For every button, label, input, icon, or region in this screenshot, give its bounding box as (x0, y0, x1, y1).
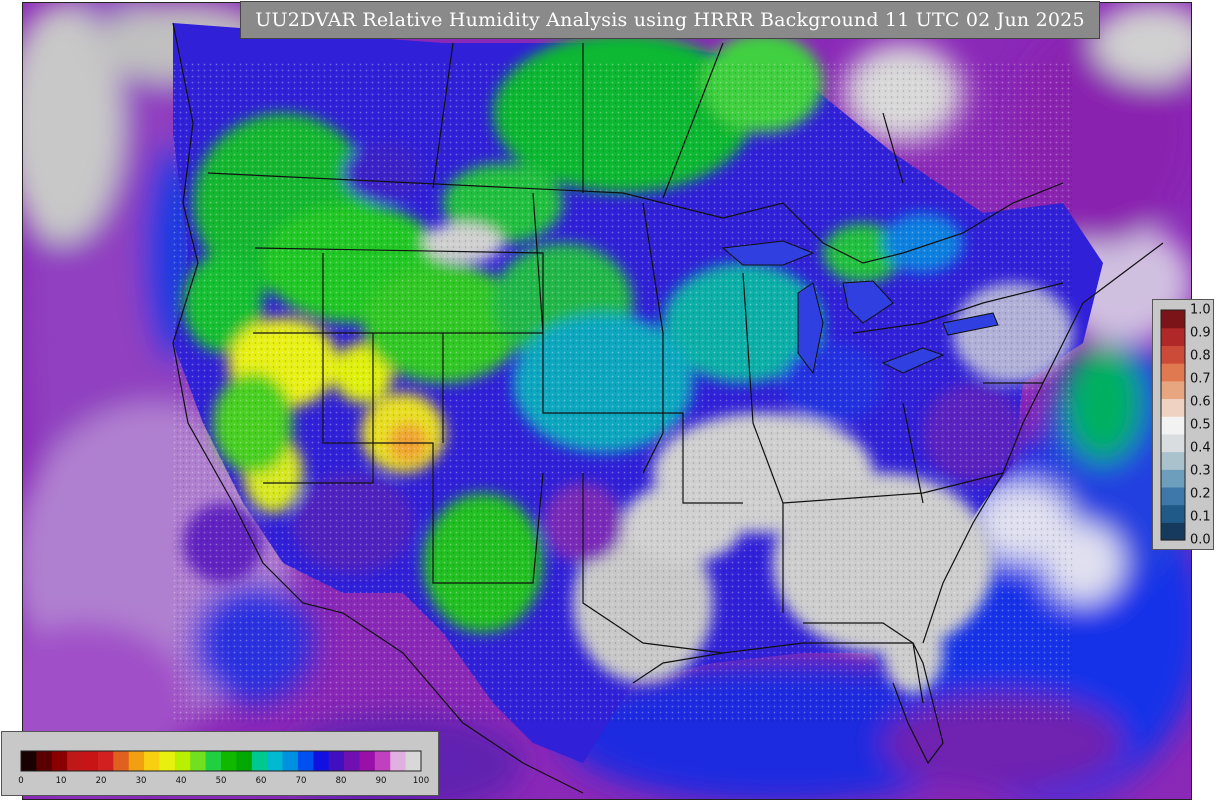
obs-colorbar-tick-label: 0.5 (1190, 417, 1211, 433)
rh-colorbar-cell (328, 751, 345, 771)
rh-colorbar-cell (82, 751, 99, 771)
obs-colorbar-tick-label: 0.6 (1190, 394, 1211, 410)
obs-colorbar-tick-label: 0.2 (1190, 486, 1211, 502)
rh-colorbar-cell (128, 751, 145, 771)
rh-colorbar-cell (21, 751, 37, 771)
obs-colorbar: 0.0 0.1 0.2 0.3 0.4 0.5 0.6 0.7 0.8 0.9 1.0 (1152, 299, 1214, 550)
obs-colorbar-cell (1161, 469, 1185, 488)
rh-colorbar-tick-label: 70 (295, 776, 307, 786)
obs-colorbar-tick-label: 0.7 (1190, 371, 1211, 387)
rh-colorbar-tick-label: 90 (375, 776, 387, 786)
rh-colorbar-cell (113, 751, 130, 771)
rh-colorbar-tick-label: 10 (55, 776, 67, 786)
rh-colorbar-cell (267, 751, 284, 771)
obs-colorbar-cell (1161, 363, 1185, 382)
obs-colorbar-tick-label: 1.0 (1190, 302, 1211, 318)
rh-colorbar-cell (390, 751, 407, 771)
obs-colorbar-cell (1161, 433, 1185, 453)
rh-field-svg (23, 3, 1191, 799)
rh-colorbar-tick-label: 100 (412, 776, 430, 786)
obs-colorbar-cell (1161, 504, 1185, 523)
rh-colorbar-cell (190, 751, 207, 771)
rh-colorbar-cell (36, 751, 53, 771)
obs-colorbar-cell (1161, 345, 1185, 364)
rh-colorbar-cell (405, 751, 422, 771)
obs-colorbar-cell (1161, 416, 1185, 435)
obs-colorbar-cell (1161, 398, 1185, 417)
obs-colorbar-tick-label: 0.1 (1190, 509, 1211, 525)
station-speckle (173, 63, 1073, 723)
map-title: UU2DVAR Relative Humidity Analysis using… (240, 1, 1100, 39)
rh-colorbar-cell (297, 751, 314, 771)
obs-colorbar-tick-label: 0.8 (1190, 348, 1211, 364)
rh-colorbar-cell (67, 751, 84, 771)
rh-colorbar-tick-label: 20 (95, 776, 107, 786)
rh-colorbar-tick-label: 40 (175, 776, 187, 786)
rh-colorbar-cell (51, 751, 68, 771)
obs-colorbar-cell (1161, 451, 1185, 470)
rh-colorbar-cell (313, 751, 330, 771)
rh-colorbar: 0 10 20 30 40 50 60 70 80 90 100 (1, 731, 439, 796)
rh-colorbar-cell (251, 751, 268, 771)
rh-colorbar-cell (344, 751, 361, 771)
rh-colorbar-cell (282, 751, 299, 771)
obs-colorbar-tick-label: 0.3 (1190, 463, 1211, 479)
rh-colorbar-cell (174, 751, 191, 771)
rh-analysis-map (22, 2, 1192, 800)
obs-colorbar-cell (1161, 310, 1185, 329)
rh-colorbar-cell (236, 751, 253, 771)
rh-colorbar-tick-label: 60 (255, 776, 267, 786)
rh-colorbar-cell (359, 751, 376, 771)
rh-colorbar-cell (205, 751, 222, 771)
rh-colorbar-cell (221, 751, 237, 771)
rh-colorbar-tick-label: 0 (18, 776, 24, 786)
obs-colorbar-cell (1161, 522, 1185, 541)
obs-colorbar-cell (1161, 486, 1185, 506)
rh-colorbar-ramp (20, 750, 422, 772)
rh-colorbar-cell (159, 751, 176, 771)
rh-colorbar-cell (144, 751, 161, 771)
obs-colorbar-tick-label: 0.0 (1190, 532, 1211, 548)
obs-colorbar-cell (1161, 327, 1185, 346)
obs-colorbar-cell (1161, 380, 1185, 400)
rh-colorbar-cell (374, 751, 391, 771)
rh-colorbar-tick-label: 80 (335, 776, 347, 786)
rh-colorbar-tick-label: 30 (135, 776, 147, 786)
rh-colorbar-tick-label: 50 (215, 776, 227, 786)
rh-colorbar-cell (97, 751, 114, 771)
obs-colorbar-tick-label: 0.9 (1190, 325, 1211, 341)
obs-colorbar-tick-label: 0.4 (1190, 440, 1211, 456)
